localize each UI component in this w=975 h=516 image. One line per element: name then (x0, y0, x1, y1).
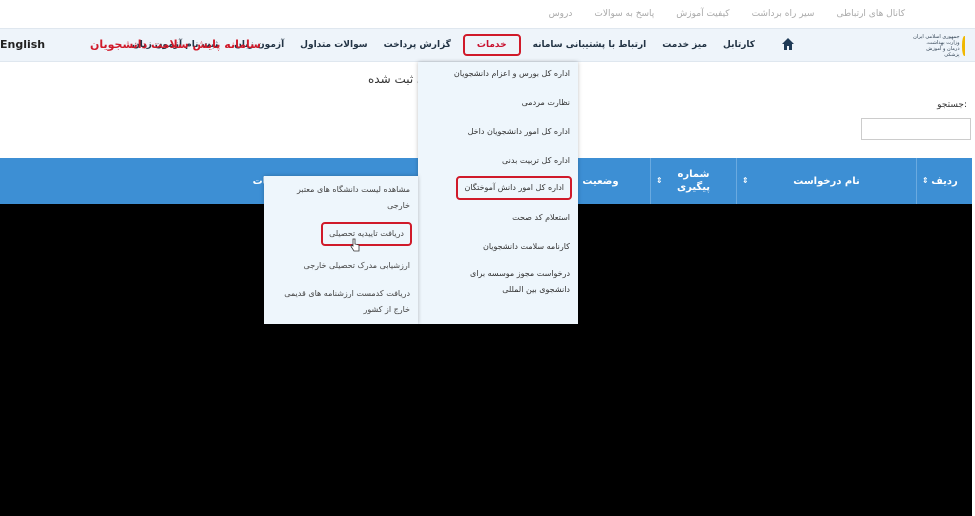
column-header-label: شماره پیگیری (676, 169, 711, 193)
brand-title[interactable]: سامانه پایش سلامت دانشجویان (90, 38, 261, 51)
nav-cartable[interactable]: کارتابل (715, 40, 763, 50)
column-header-label: وضعیت (582, 175, 619, 187)
submenu-item[interactable]: دریافت کدمست ارزشنامه های قدیمی خارج از … (270, 286, 410, 318)
column-header-label: نام درخواست (793, 175, 860, 187)
services-menu-item[interactable]: اداره کل بورس و اعزام دانشجویان (454, 66, 570, 82)
language-switch[interactable]: English (0, 38, 45, 51)
home-icon[interactable] (781, 37, 795, 51)
sort-icon[interactable]: ⇕ (656, 174, 663, 187)
submenu-item[interactable]: ارزشیابی مدرک تحصیلی خارجی (304, 258, 410, 274)
logo-mark-icon (961, 36, 967, 56)
nav-faq[interactable]: سوالات متداول (292, 40, 375, 50)
services-menu-item-graduates[interactable]: اداره کل امور دانش آموختگان (456, 176, 572, 200)
nav-support[interactable]: ارتباط با پشتیبانی سامانه (525, 40, 655, 50)
nav-payment-report[interactable]: گزارش پرداخت (376, 40, 459, 50)
services-menu-item[interactable]: استعلام کد صحت (512, 210, 570, 226)
top-link[interactable]: پاسخ به سوالات (594, 9, 654, 19)
hand-cursor-icon (350, 238, 360, 252)
services-menu-item[interactable]: نظارت مردمی (522, 95, 570, 111)
top-link[interactable]: کانال های ارتباطی (836, 9, 905, 19)
column-header-tracking-number[interactable]: شماره پیگیری ⇕ (650, 158, 736, 204)
submenu-item[interactable]: مشاهده لیست دانشگاه های معتبر خارجی (280, 182, 410, 214)
services-menu-item[interactable]: اداره کل تربیت بدنی (502, 153, 570, 169)
services-menu-item[interactable]: کارنامه سلامت دانشجویان (483, 239, 570, 255)
nav-services[interactable]: خدمات (462, 34, 521, 56)
column-header-request-name[interactable]: نام درخواست ⇕ (736, 158, 916, 204)
top-links-bar: کانال های ارتباطی سیر راه برداشت کیفیت آ… (0, 0, 975, 28)
top-links: کانال های ارتباطی سیر راه برداشت کیفیت آ… (549, 9, 905, 19)
column-header-row-number[interactable]: ردیف ⇕ (916, 158, 972, 204)
services-menu-item[interactable]: اداره کل امور دانشجویان داخل (468, 124, 570, 140)
logo-text: جمهوری اسلامی ایران وزارت بهداشت، درمان … (913, 34, 960, 58)
sort-icon[interactable]: ⇕ (922, 174, 929, 187)
top-link[interactable]: دروس (549, 9, 573, 19)
nav-service-desk[interactable]: میز خدمت (654, 40, 715, 50)
search-input[interactable] (861, 118, 971, 140)
top-link[interactable]: سیر راه برداشت (752, 9, 815, 19)
top-link[interactable]: کیفیت آموزش (676, 9, 729, 19)
sort-icon[interactable]: ⇕ (742, 174, 749, 187)
services-menu-item[interactable]: درخواست مجوز موسسه برای دانشجوی بین المل… (440, 266, 570, 298)
graduates-submenu: مشاهده لیست دانشگاه های معتبر خارجی دریا… (264, 176, 418, 324)
ministry-logo[interactable]: جمهوری اسلامی ایران وزارت بهداشت، درمان … (913, 32, 967, 60)
main-navbar: جمهوری اسلامی ایران وزارت بهداشت، درمان … (0, 28, 975, 62)
search-label: جستجو: (937, 100, 967, 110)
services-dropdown: اداره کل بورس و اعزام دانشجویان نظارت مر… (418, 62, 578, 324)
column-header-label: ردیف (931, 175, 958, 187)
submenu-item-degree-confirmation[interactable]: دریافت تاییدیه تحصیلی (321, 222, 412, 246)
